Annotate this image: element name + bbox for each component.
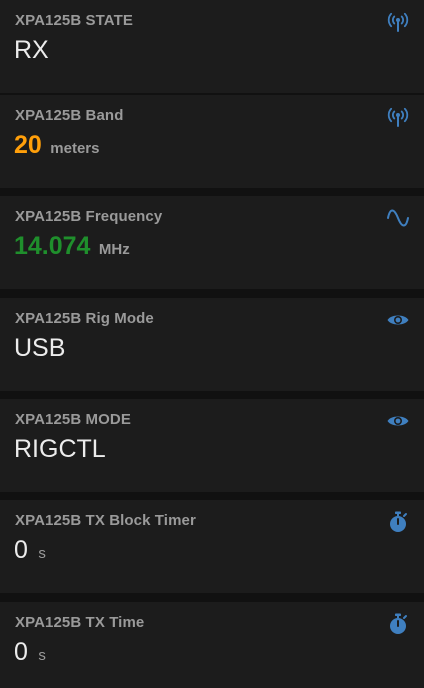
card-value-row: USB [14, 334, 65, 362]
card-value-row: RX [14, 36, 49, 64]
card-value-row: 14.074 MHz [14, 232, 130, 260]
card-value: 0 [14, 536, 28, 564]
card-label: XPA125B Rig Mode [15, 310, 154, 327]
card-value: RX [14, 36, 49, 64]
card-label: XPA125B MODE [15, 411, 131, 428]
card-tx-block-timer[interactable]: XPA125B TX Block Timer 0 s [0, 500, 424, 593]
eye-icon [386, 409, 410, 433]
stopwatch-icon [386, 612, 410, 636]
card-band[interactable]: XPA125B Band 20 meters [0, 95, 424, 188]
sensor-card-list: XPA125B STATE RX XPA125B Band 20 meters [0, 0, 424, 688]
card-value-row: 20 meters [14, 131, 99, 159]
card-value: 20 [14, 131, 42, 159]
card-state[interactable]: XPA125B STATE RX [0, 0, 424, 93]
stopwatch-icon [386, 510, 410, 534]
card-value: RIGCTL [14, 435, 106, 463]
card-unit: s [38, 545, 46, 562]
antenna-icon [386, 10, 410, 34]
card-label: XPA125B Band [15, 107, 124, 124]
card-unit: s [38, 647, 46, 664]
eye-icon [386, 308, 410, 332]
card-value: 14.074 [14, 232, 91, 260]
sine-wave-icon [386, 206, 410, 230]
card-frequency[interactable]: XPA125B Frequency 14.074 MHz [0, 196, 424, 289]
card-label: XPA125B TX Block Timer [15, 512, 196, 529]
card-value-row: 0 s [14, 536, 46, 564]
card-label: XPA125B TX Time [15, 614, 145, 631]
card-unit: meters [50, 140, 100, 157]
card-rig-mode[interactable]: XPA125B Rig Mode USB [0, 298, 424, 391]
card-mode[interactable]: XPA125B MODE RIGCTL [0, 399, 424, 492]
card-label: XPA125B Frequency [15, 208, 163, 225]
card-value: USB [14, 334, 66, 362]
card-unit: MHz [98, 241, 130, 258]
card-label: XPA125B STATE [15, 12, 133, 29]
card-value: 0 [14, 638, 28, 666]
card-value-row: RIGCTL [14, 435, 106, 463]
card-value-row: 0 s [14, 638, 46, 666]
card-tx-time[interactable]: XPA125B TX Time 0 s [0, 602, 424, 688]
antenna-icon [386, 105, 410, 129]
